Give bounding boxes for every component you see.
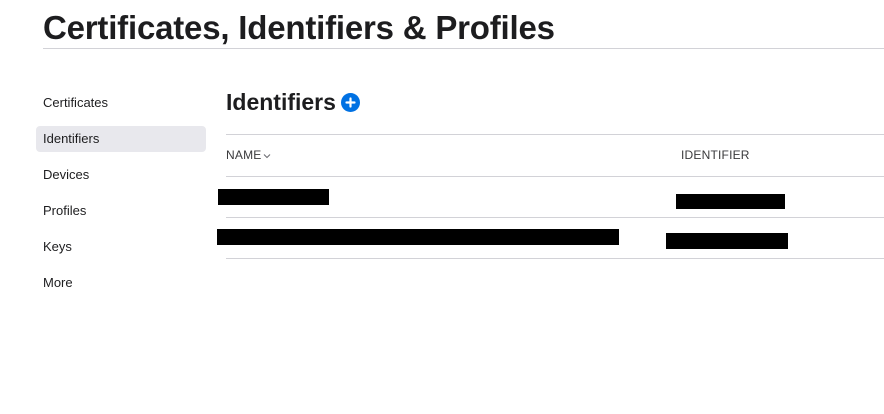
- section-header: Identifiers: [226, 86, 360, 118]
- redacted-identifier: [666, 233, 788, 249]
- sidebar-item-more[interactable]: More: [36, 270, 206, 296]
- plus-circle-icon: [345, 96, 356, 108]
- identifier-name-link[interactable]: [217, 229, 619, 245]
- sidebar: Certificates Identifiers Devices Profile…: [36, 90, 206, 306]
- table-header-row: NAME IDENTIFIER: [226, 134, 884, 176]
- redacted-identifier: [676, 194, 785, 209]
- sidebar-item-devices[interactable]: Devices: [36, 162, 206, 188]
- column-header-identifier: IDENTIFIER: [681, 148, 750, 162]
- title-divider: [43, 48, 884, 49]
- chevron-down-icon: [264, 153, 271, 159]
- column-header-name[interactable]: NAME: [226, 135, 271, 176]
- sidebar-item-keys[interactable]: Keys: [36, 234, 206, 260]
- redacted-name: [218, 189, 329, 205]
- table-row[interactable]: [217, 217, 884, 259]
- sidebar-item-profiles[interactable]: Profiles: [36, 198, 206, 224]
- sidebar-item-certificates[interactable]: Certificates: [36, 90, 206, 116]
- page-title: Certificates, Identifiers & Profiles: [43, 9, 555, 46]
- column-header-name-label: NAME: [226, 148, 262, 162]
- section-title: Identifiers: [226, 89, 336, 115]
- sidebar-item-identifiers[interactable]: Identifiers: [36, 126, 206, 152]
- table-row[interactable]: [218, 176, 884, 217]
- redacted-name: [217, 229, 619, 245]
- identifier-name-link[interactable]: [218, 189, 329, 205]
- identifiers-table: NAME IDENTIFIER: [217, 134, 884, 259]
- add-identifier-button[interactable]: [340, 92, 360, 112]
